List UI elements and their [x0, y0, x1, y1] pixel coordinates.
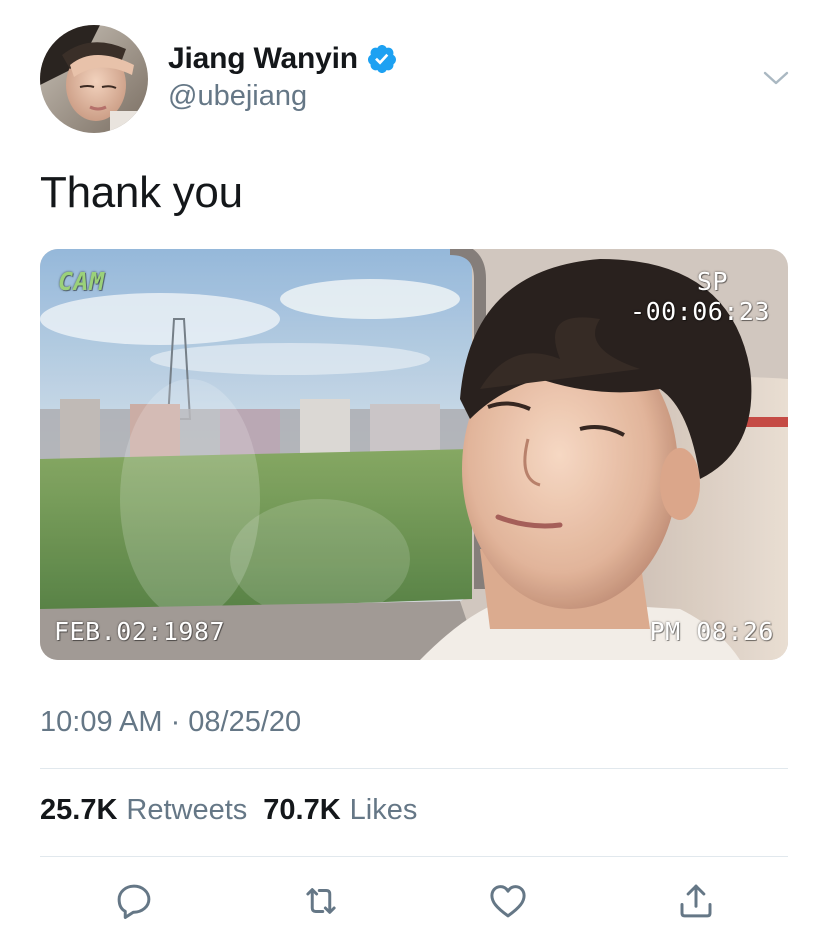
author-name[interactable]: Jiang Wanyin	[168, 42, 358, 76]
likes-count[interactable]: 70.7K	[263, 794, 340, 827]
heart-icon	[490, 885, 526, 918]
reply-icon	[117, 884, 151, 919]
share-button[interactable]	[672, 877, 720, 925]
verified-badge-icon	[366, 43, 398, 75]
share-icon	[680, 884, 712, 918]
tweet-timestamp[interactable]: 10:09 AM · 08/25/20	[40, 706, 301, 739]
media-overlay-cam: CAM	[58, 267, 105, 296]
chevron-down-icon[interactable]	[760, 64, 792, 92]
media-overlay-sp: SP	[696, 267, 728, 296]
retweets-count[interactable]: 25.7K	[40, 794, 117, 827]
author-handle[interactable]: @ubejiang	[168, 80, 307, 113]
author-name-row[interactable]: Jiang Wanyin	[168, 40, 398, 78]
action-bar	[0, 877, 828, 927]
divider	[40, 768, 788, 769]
retweet-icon	[306, 888, 336, 914]
retweet-button[interactable]	[297, 877, 345, 925]
likes-label[interactable]: Likes	[350, 794, 418, 827]
divider	[40, 856, 788, 857]
media-overlay-counter: -00:06:23	[630, 297, 770, 326]
media-overlay-clock: PM 08:26	[649, 617, 774, 646]
avatar-image	[40, 25, 148, 133]
reply-button[interactable]	[110, 877, 158, 925]
tweet-text: Thank you	[40, 168, 243, 217]
media-overlay-date: FEB.02:1987	[54, 617, 226, 646]
tweet-media[interactable]: CAM SP -00:06:23 FEB.02:1987 PM 08:26	[40, 249, 788, 660]
tweet-stats: 25.7K Retweets 70.7K Likes	[40, 794, 417, 827]
retweets-label[interactable]: Retweets	[126, 794, 247, 827]
like-button[interactable]	[484, 877, 532, 925]
author-avatar[interactable]	[40, 25, 148, 133]
